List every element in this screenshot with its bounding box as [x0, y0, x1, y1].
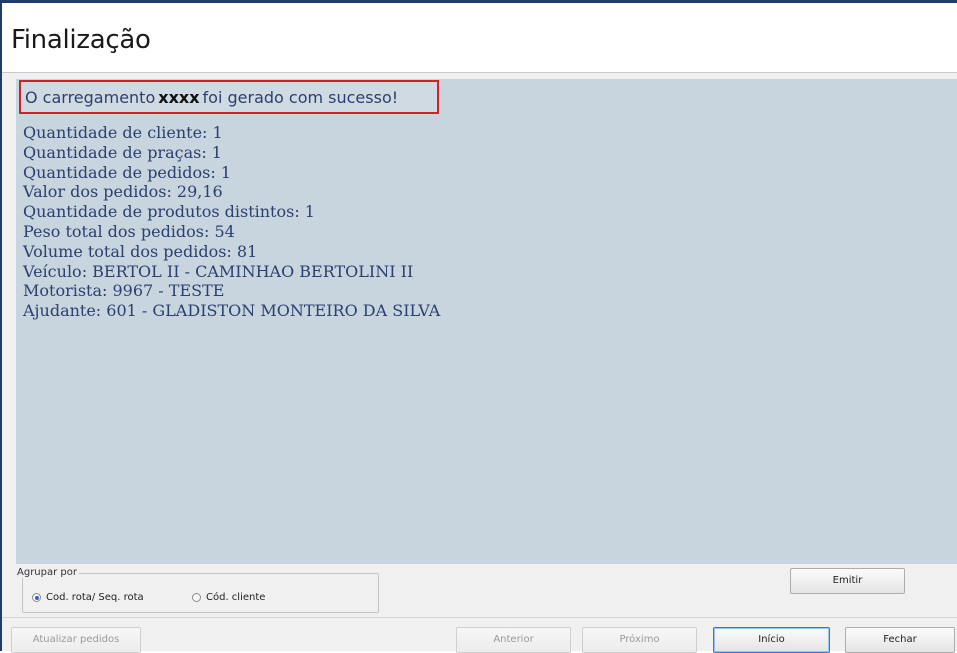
summary-line-product-count: Quantidade de produtos distintos: 1: [23, 202, 315, 222]
summary-line-total-volume: Volume total dos pedidos: 81: [23, 241, 258, 261]
summary-line-order-count: Quantidade de pedidos: 1: [23, 162, 231, 182]
summary-line-client-count: Quantidade de cliente: 1: [23, 123, 223, 142]
success-message-box: O carregamento xxxx foi gerado com sucesso…: [19, 80, 439, 114]
summary-panel: O carregamento xxxx foi gerado com sucesso…: [16, 79, 957, 564]
footer-divider: [2, 617, 957, 618]
emit-button[interactable]: Emitir: [790, 568, 905, 594]
load-code: xxxx: [158, 88, 200, 107]
radio-selected-icon[interactable]: [32, 593, 41, 602]
success-message-suffix: foi gerado com sucesso!: [202, 88, 399, 107]
success-message: O carregamento xxxx foi gerado com sucesso…: [25, 88, 398, 107]
finalizacao-window: Finalização O carregamento xxxx foi gerado…: [0, 0, 957, 653]
start-button[interactable]: Início: [713, 627, 830, 653]
previous-button[interactable]: Anterior: [456, 627, 571, 653]
window-header: Finalização: [2, 3, 957, 73]
radio-route-seq-label: Cod. rota/ Seq. rota: [46, 592, 144, 603]
radio-unselected-icon[interactable]: [192, 593, 201, 602]
page-title: Finalização: [11, 25, 151, 55]
radio-route-seq[interactable]: Cod. rota/ Seq. rota: [32, 592, 144, 603]
summary-line-total-weight: Peso total dos pedidos: 54: [23, 221, 235, 241]
update-orders-button[interactable]: Atualizar pedidos: [11, 627, 141, 653]
summary-line-order-value: Valor dos pedidos: 29,16: [23, 182, 223, 202]
summary-line-helper: Ajudante: 601 - GLADISTON MONTEIRO DA SI…: [23, 301, 441, 321]
radio-client-code-label: Cód. cliente: [206, 592, 266, 603]
group-by-label: Agrupar por: [15, 567, 79, 578]
close-button[interactable]: Fechar: [845, 627, 955, 653]
summary-line-square-count: Quantidade de praças: 1: [23, 142, 222, 162]
success-message-prefix: O carregamento: [25, 88, 156, 107]
radio-client-code[interactable]: Cód. cliente: [192, 592, 265, 603]
next-button[interactable]: Próximo: [582, 627, 697, 653]
summary-line-vehicle: Veículo: BERTOL II - CAMINHAO BERTOLINI …: [23, 261, 414, 281]
summary-list: Quantidade de cliente: 1 Quantidade de p…: [23, 123, 440, 321]
summary-line-driver: Motorista: 9967 - TESTE: [23, 281, 225, 301]
